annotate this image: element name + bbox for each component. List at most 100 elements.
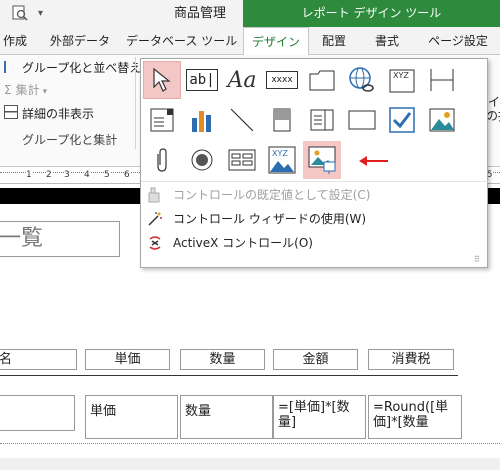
menu-set-default-controls[interactable]: コントロールの既定値として設定(C) (141, 183, 489, 207)
totals-label: 集計 (15, 83, 40, 97)
ruler-mark: 6 (124, 170, 130, 180)
detail-field-amount[interactable]: =[単価]*[数量] (273, 395, 366, 439)
detail-field-name[interactable] (0, 395, 75, 431)
checkbox-control-button[interactable] (383, 101, 421, 139)
hide-details-icon (4, 105, 18, 119)
dropdown-icon: ▾ (42, 87, 48, 97)
textbox-control-button[interactable]: ab| (183, 61, 221, 99)
report-title-label[interactable]: 一覧 (0, 221, 120, 257)
hide-details-button[interactable]: 詳細の非表示 (4, 105, 94, 122)
listbox-icon (310, 109, 334, 131)
header-label-amount[interactable]: 金額 (273, 349, 358, 370)
hide-details-label: 詳細の非表示 (22, 107, 95, 121)
image-control-button[interactable] (423, 101, 461, 139)
web-browser-icon: XYZ (389, 69, 415, 93)
navigation-control-button[interactable] (423, 61, 461, 99)
gallery-divider (141, 181, 489, 182)
image-icon (429, 108, 455, 132)
detail-field-price[interactable]: 単価 (85, 395, 178, 439)
chart-control-button[interactable] (183, 101, 221, 139)
sigma-icon: Σ (4, 83, 12, 97)
quick-access-print-preview-icon[interactable] (12, 5, 28, 21)
paperclip-icon (157, 148, 167, 172)
ribbon-insert-cut-2: の挿 (486, 109, 500, 123)
tab-format[interactable]: 書式 (362, 27, 412, 55)
header-label-tax[interactable]: 消費税 (368, 349, 454, 370)
group-sort-icon (4, 61, 18, 73)
app-title: 商品管理 (173, 6, 226, 21)
toggle-button-control-button[interactable] (263, 101, 301, 139)
menu-activex-controls[interactable]: ActiveX コントロール(O) (141, 231, 489, 255)
select-pointer-button[interactable] (143, 61, 181, 99)
context-tab-title: レポート デザイン ツール (243, 0, 500, 27)
detail-field-quantity[interactable]: 数量 (180, 395, 273, 439)
group-caption: グループ化と集計 (22, 133, 118, 147)
header-underline (0, 375, 458, 376)
header-label-price[interactable]: 単価 (85, 349, 170, 370)
bound-object-frame-icon (308, 146, 336, 174)
tab-arrange[interactable]: 配置 (312, 27, 356, 55)
command-button-icon: xxxx (266, 71, 298, 89)
combobox-icon (150, 108, 174, 132)
line-control-button[interactable] (223, 101, 261, 139)
object-frame-icon: XYZ (268, 146, 296, 174)
label-control-button[interactable]: Aa (223, 61, 261, 99)
toggle-button-icon (273, 108, 291, 132)
ruler-mark: 2 (46, 170, 52, 180)
button-control-button[interactable]: xxxx (263, 61, 301, 99)
ruler-mark: 4 (84, 170, 90, 180)
checkbox-icon (389, 107, 415, 133)
subform-icon (228, 149, 256, 171)
header-label-quantity[interactable]: 数量 (180, 349, 265, 370)
totals-button[interactable]: Σ 集計 ▾ (4, 81, 47, 98)
navigation-icon (430, 69, 454, 91)
ruler-mark: 1 (26, 170, 32, 180)
svg-text:XYZ: XYZ (393, 71, 409, 80)
rectangle-control-button[interactable] (343, 101, 381, 139)
activex-icon (147, 235, 163, 251)
combobox-control-button[interactable] (143, 101, 181, 139)
wizard-wand-icon (147, 211, 163, 227)
pointer-arrow-icon (153, 67, 171, 92)
tab-page-setup[interactable]: ページ設定 (420, 27, 496, 55)
attachment-control-button[interactable] (143, 141, 181, 179)
chart-icon (192, 111, 211, 132)
menu-use-control-wizards[interactable]: コントロール ウィザードの使用(W) (141, 207, 489, 231)
bound-object-frame-button[interactable] (303, 141, 341, 179)
status-strip (0, 458, 500, 470)
resize-grip-icon[interactable]: ⠿ (474, 255, 484, 265)
svg-text:XYZ: XYZ (272, 149, 288, 158)
tab-design[interactable]: デザイン (243, 27, 309, 56)
subform-control-button[interactable] (223, 141, 261, 179)
tab-control-button[interactable] (303, 61, 341, 99)
menu-activex-label: ActiveX コントロール(O) (173, 236, 313, 250)
tab-create[interactable]: 作成 (0, 27, 30, 55)
rectangle-icon (348, 110, 376, 130)
section-gridline (0, 443, 500, 445)
controls-gallery: ab| Aa xxxx XYZ XYZ コントロールの既定値として設定(C) コ… (140, 58, 489, 268)
ruler-mark: 3 (64, 170, 70, 180)
menu-set-default-label: コントロールの既定値として設定(C) (173, 188, 371, 202)
ribbon-group-divider (135, 57, 136, 149)
ruler-mark: 5 (104, 170, 110, 180)
hyperlink-control-button[interactable] (343, 61, 381, 99)
tab-database-tools[interactable]: データベース ツール (126, 27, 237, 55)
textbox-icon: ab| (186, 69, 218, 91)
unbound-object-frame-button[interactable]: XYZ (263, 141, 301, 179)
header-label-name[interactable]: 名 (0, 349, 77, 370)
tab-external-data[interactable]: 外部データ (44, 27, 116, 55)
line-icon (230, 108, 254, 132)
web-browser-control-button[interactable]: XYZ (383, 61, 421, 99)
option-button-control-button[interactable] (183, 141, 221, 179)
quick-access-dropdown-icon[interactable]: ▾ (38, 8, 48, 19)
label-icon: Aa (227, 67, 257, 93)
red-arrow-icon (359, 155, 389, 166)
ribbon-tabs: 作成 外部データ データベース ツール デザイン 配置 書式 ページ設定 (0, 27, 500, 56)
group-sort-label: グループ化と並べ替え (22, 61, 142, 75)
listbox-control-button[interactable] (303, 101, 341, 139)
detail-field-tax[interactable]: =Round([単価]*[数量 (368, 395, 462, 439)
tab-control-icon (309, 70, 335, 91)
group-sort-button[interactable]: グループ化と並べ替え (4, 59, 141, 76)
set-default-icon (147, 187, 163, 203)
hyperlink-globe-icon (349, 67, 374, 92)
